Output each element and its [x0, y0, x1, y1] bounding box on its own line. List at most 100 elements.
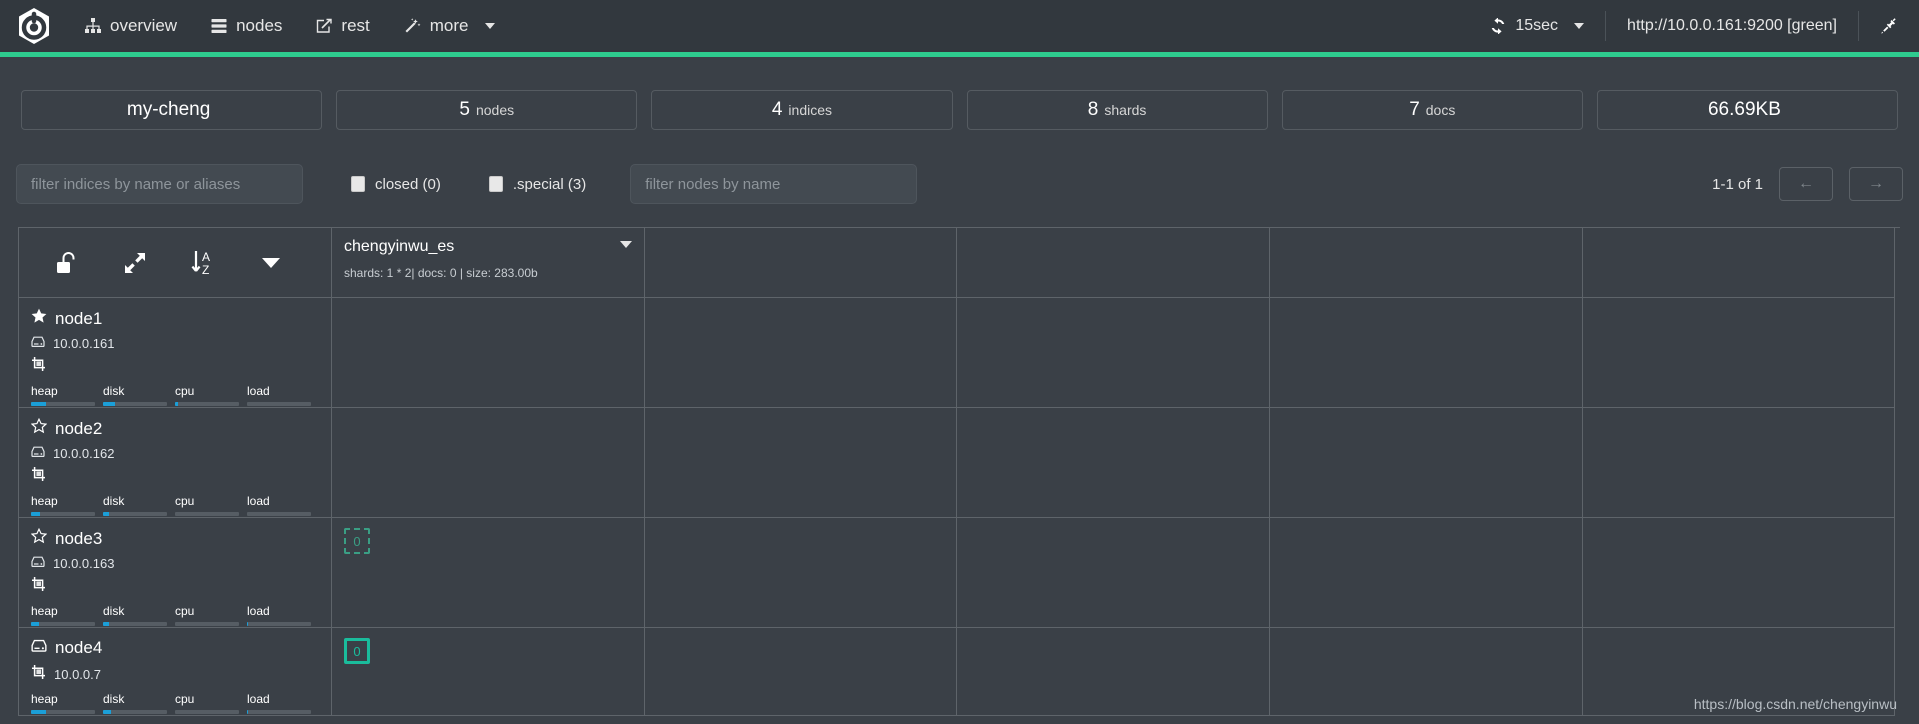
metric-label: load	[247, 604, 270, 618]
index-actions-caret-down-icon[interactable]	[620, 241, 632, 248]
empty-header-cell	[645, 228, 957, 298]
indices-filter-input[interactable]	[16, 164, 303, 204]
cerebro-logo[interactable]	[0, 0, 68, 52]
stat-card-nodes: 5 nodes	[336, 90, 638, 130]
empty-cell	[645, 518, 957, 628]
metric-label: heap	[31, 604, 58, 618]
server-list-icon	[211, 18, 227, 34]
checkbox-special-box[interactable]	[488, 176, 503, 192]
node-cell-node2: node2 10.0.0.162 heap disk cpu load	[19, 408, 332, 518]
metric-label: disk	[103, 604, 125, 618]
node-roles	[31, 356, 319, 375]
empty-cell	[1270, 628, 1583, 716]
sort-alpha-asc-icon[interactable]: A Z	[169, 228, 237, 298]
hdd-icon	[31, 638, 47, 658]
node-title: node4	[31, 638, 319, 658]
node-cell-node4: node4 10.0.0.7 heap disk cpu load	[19, 628, 332, 716]
empty-cell	[1270, 408, 1583, 518]
checkbox-special-label: .special (3)	[512, 175, 587, 193]
empty-header-cell	[1583, 228, 1895, 298]
node-name: node2	[55, 418, 103, 438]
stat-card-docs: 7 docs	[1281, 90, 1583, 130]
node-ip: 10.0.0.161	[53, 336, 115, 351]
metric-heap: heap	[31, 604, 103, 626]
shard-transform-icon	[31, 664, 47, 685]
nav-label-nodes: nodes	[236, 16, 283, 35]
node-name: node3	[55, 528, 103, 548]
pagination-prev-button[interactable]: ←	[1779, 167, 1833, 201]
metric-fill	[103, 622, 109, 626]
stat-value: 8	[1087, 99, 1099, 120]
hdd-icon	[31, 446, 45, 461]
stat-unit: shards	[1104, 102, 1147, 118]
nav-label-rest: rest	[341, 16, 370, 35]
shard-badge-replica[interactable]: 0	[344, 528, 370, 554]
checkbox-closed-label: closed (0)	[375, 175, 441, 193]
node-metric-bars: heap disk cpu load	[31, 604, 319, 626]
caret-down-icon[interactable]	[237, 228, 305, 298]
metric-disk: disk	[103, 384, 175, 406]
filter-row: closed (0) .special (3) 1-1 of 1 ← →	[0, 163, 1919, 205]
navbar-accent-bar	[0, 52, 1919, 57]
metric-track	[175, 622, 239, 626]
node-metric-bars: heap disk cpu load	[31, 384, 319, 406]
metric-track	[103, 402, 167, 406]
shard-cell-node1-chengyinwu_es	[332, 298, 645, 408]
metric-label: load	[247, 384, 270, 398]
node-ip: 10.0.0.7	[54, 666, 101, 682]
checkbox-closed-box[interactable]	[351, 176, 365, 192]
pagination-next-button[interactable]: →	[1849, 167, 1903, 201]
edit-square-icon	[316, 18, 333, 34]
checkbox-special[interactable]: .special (3)	[488, 175, 587, 193]
stat-value: 7	[1409, 99, 1420, 120]
navbar-right: 15sec http://10.0.0.161:9200 [green]	[1473, 0, 1919, 52]
stat-card-shards: 8 shards	[966, 90, 1268, 130]
metric-track	[31, 402, 95, 406]
star-filled-icon	[31, 308, 47, 329]
metric-fill	[31, 402, 47, 406]
nav-label-overview: overview	[110, 16, 178, 35]
nav-item-more[interactable]: more	[387, 0, 512, 52]
metric-label: heap	[31, 384, 58, 398]
stat-card-cluster-name: my-cheng	[21, 90, 323, 130]
metric-load: load	[247, 692, 319, 714]
node-roles	[31, 466, 319, 485]
empty-cell	[1583, 298, 1895, 408]
stat-unit: indices	[788, 102, 833, 118]
stat-unit: nodes	[475, 102, 515, 118]
node-roles	[31, 576, 319, 595]
unlock-icon[interactable]	[33, 228, 101, 298]
nav-item-rest[interactable]: rest	[299, 0, 386, 52]
cluster-url-label[interactable]: http://10.0.0.161:9200 [green]	[1610, 0, 1854, 52]
metric-label: cpu	[175, 604, 195, 618]
metric-heap: heap	[31, 692, 103, 714]
node-ip: 10.0.0.163	[53, 556, 115, 571]
metric-label: load	[247, 494, 270, 508]
empty-cell	[957, 518, 1270, 628]
metric-track	[31, 622, 95, 626]
chevron-down-icon	[484, 23, 495, 29]
node-cell-node3: node3 10.0.0.163 heap disk cpu load	[19, 518, 332, 628]
metric-fill	[31, 622, 39, 626]
metric-track	[31, 710, 95, 714]
node-name: node4	[55, 638, 103, 657]
disconnect-button[interactable]	[1863, 0, 1915, 52]
shard-badge-primary[interactable]: 0	[344, 638, 370, 664]
cluster-grid-inner: A Z chengyinwu_es shards: 1 * 2| docs: 0…	[18, 227, 1900, 716]
metric-load: load	[247, 494, 319, 516]
empty-cell	[1583, 518, 1895, 628]
node-name: node1	[55, 308, 103, 328]
metric-fill	[103, 512, 110, 516]
empty-cell	[1583, 628, 1895, 716]
refresh-interval-selector[interactable]: 15sec	[1473, 0, 1601, 52]
cluster-grid: A Z chengyinwu_es shards: 1 * 2| docs: 0…	[18, 227, 1900, 724]
nodes-filter-input[interactable]	[630, 164, 918, 204]
nav-item-overview[interactable]: overview	[68, 0, 194, 52]
checkbox-closed[interactable]: closed (0)	[351, 176, 441, 193]
nav-label-more: more	[429, 16, 469, 35]
expand-arrows-icon[interactable]	[101, 228, 169, 298]
metric-label: disk	[103, 384, 125, 398]
nav-item-nodes[interactable]: nodes	[194, 0, 299, 52]
node-metric-bars: heap disk cpu load	[31, 494, 319, 516]
stat-card-size: 66.69KB	[1596, 90, 1899, 130]
